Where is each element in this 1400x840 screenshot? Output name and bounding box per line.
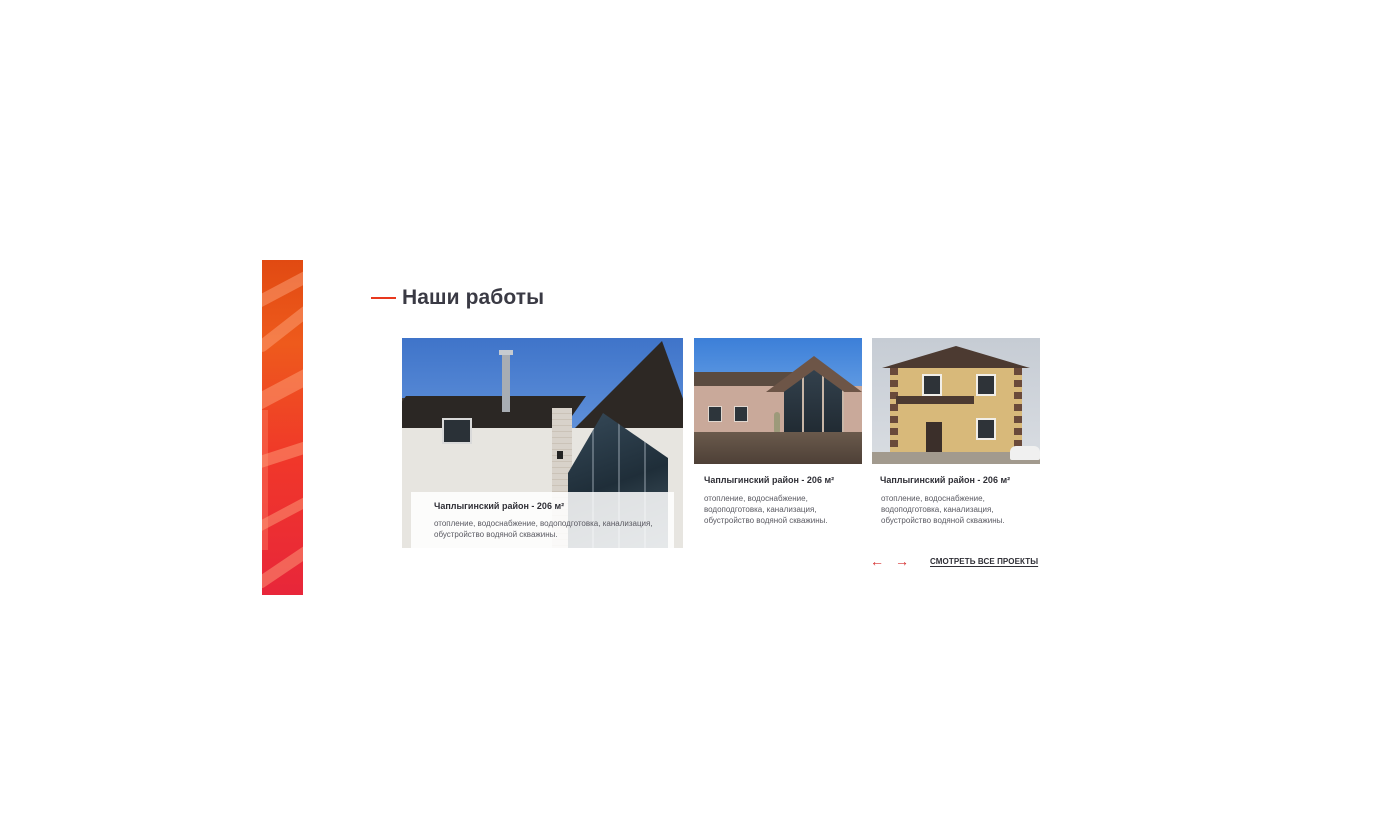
project-title: Чаплыгинский район - 206 м² <box>704 475 835 485</box>
project-description: отопление, водоснабжение, водоподготовка… <box>704 494 828 525</box>
decorative-side-strip <box>262 260 303 595</box>
pipe-graphic <box>262 364 303 412</box>
pipe-graphic <box>262 492 303 534</box>
project-photo <box>872 338 1040 464</box>
project-photo <box>694 338 862 464</box>
project-card-featured[interactable]: Чаплыгинский район - 206 м² отопление, в… <box>402 338 683 548</box>
section-header: Наши работы <box>371 286 544 310</box>
arrow-right-icon[interactable]: → <box>895 553 909 569</box>
pipe-graphic <box>262 541 303 591</box>
pipe-graphic <box>262 301 303 355</box>
view-all-projects-link[interactable]: СМОТРЕТЬ ВСЕ ПРОЕКТЫ <box>930 557 1038 566</box>
pipe-graphic <box>262 437 303 471</box>
project-title: Чаплыгинский район - 206 м² <box>434 501 565 511</box>
pipe-graphic <box>262 266 303 310</box>
project-description: отопление, водоснабжение, водоподготовка… <box>881 494 1005 525</box>
title-accent-dash <box>371 297 396 299</box>
project-card[interactable]: Чаплыгинский район - 206 м² отопление, в… <box>872 338 1040 538</box>
arrow-left-icon[interactable]: ← <box>870 553 884 569</box>
carousel-navigation: ← → СМОТРЕТЬ ВСЕ ПРОЕКТЫ <box>870 553 1038 569</box>
project-card[interactable]: Чаплыгинский район - 206 м² отопление, в… <box>694 338 862 538</box>
section-title: Наши работы <box>402 286 545 309</box>
project-title: Чаплыгинский район - 206 м² <box>880 475 1011 485</box>
project-caption: Чаплыгинский район - 206 м² отопление, в… <box>411 492 674 548</box>
project-description: отопление, водоснабжение, водоподготовка… <box>434 519 653 539</box>
